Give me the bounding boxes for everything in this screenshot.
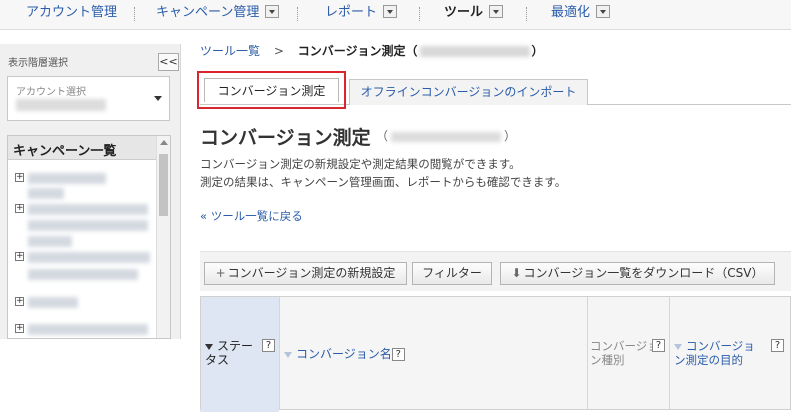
account-id-redacted [391, 131, 502, 142]
new-conversion-label: コンバージョン測定の新規設定 [227, 266, 396, 280]
collapse-sidebar-button[interactable]: << [158, 53, 179, 71]
column-type-line2: ン種別 [590, 353, 625, 367]
column-conversion-type[interactable]: コンバージョ ン種別 ? [588, 297, 670, 409]
column-status-title: ステー タス [205, 339, 253, 367]
plus-icon: + [215, 266, 226, 280]
sidebar: 表示階層選択 << アカウント選択 キャンペーン一覧 + + + + + [0, 44, 181, 339]
breadcrumb-current: コンバージョン測定（ [297, 44, 418, 58]
nav-report[interactable]: レポート [325, 0, 398, 30]
column-type-line1: コンバージョ [590, 339, 659, 353]
campaign-name-redacted [28, 252, 150, 263]
new-conversion-button[interactable]: + コンバージョン測定の新規設定 [204, 262, 407, 285]
account-name-redacted [16, 99, 106, 111]
column-status[interactable]: ステー タス ? [201, 297, 280, 409]
campaign-list: キャンペーン一覧 + + + + + [7, 135, 171, 339]
expand-icon[interactable]: + [15, 173, 24, 182]
nav-campaign-management[interactable]: キャンペーン管理 [156, 0, 280, 30]
nav-divider [526, 7, 527, 21]
download-csv-label: コンバージョン一覧をダウンロード（CSV） [523, 266, 764, 280]
help-icon[interactable]: ? [262, 339, 275, 352]
column-purpose-line2: ン測定の目的 [674, 353, 743, 367]
expand-icon[interactable]: + [15, 297, 24, 306]
campaign-list-header: キャンペーン一覧 [8, 136, 156, 160]
download-icon: ⬇ [511, 266, 522, 280]
campaign-list-scrollbar[interactable] [156, 136, 170, 338]
download-csv-button[interactable]: ⬇ コンバージョン一覧をダウンロード（CSV） [500, 262, 775, 285]
paren-open: （ [376, 129, 389, 143]
sort-desc-icon [205, 343, 213, 350]
scroll-thumb[interactable] [159, 154, 168, 216]
nav-campaign-label: キャンペーン管理 [156, 5, 260, 20]
filter-button[interactable]: フィルター [412, 262, 492, 285]
expand-icon[interactable]: + [15, 204, 24, 213]
chevron-down-icon [154, 96, 162, 101]
expand-icon[interactable]: + [15, 252, 24, 261]
help-icon[interactable]: ? [652, 339, 665, 352]
campaign-name-redacted [28, 204, 148, 215]
nav-divider [419, 7, 420, 21]
scroll-up-icon[interactable] [160, 140, 168, 145]
nav-tools[interactable]: ツール [444, 0, 504, 30]
nav-optimization-label: 最適化 [551, 5, 591, 20]
page-title: コンバージョン測定 [200, 127, 371, 149]
expand-icon[interactable]: + [15, 324, 24, 333]
column-name-title: コンバージョン名? [284, 345, 405, 362]
sort-icon [674, 343, 682, 350]
nav-optimization[interactable]: 最適化 [551, 0, 611, 30]
campaign-name-redacted [28, 188, 64, 199]
column-type-title: コンバージョ ン種別 [590, 339, 659, 367]
help-icon[interactable]: ? [771, 339, 784, 352]
chevron-down-icon[interactable] [383, 5, 398, 18]
campaign-name-redacted [28, 220, 148, 231]
action-toolbar: + コンバージョン測定の新規設定 フィルター ⬇ コンバージョン一覧をダウンロード（… [200, 251, 791, 291]
paren-close: ） [504, 129, 517, 143]
column-name-label: コンバージョン名 [296, 347, 392, 361]
nav-divider [297, 7, 298, 21]
column-conversion-name[interactable]: コンバージョン名? [280, 297, 588, 409]
chevron-down-icon[interactable] [489, 5, 504, 18]
column-conversion-purpose[interactable]: コンバージョ ン測定の目的 ? [670, 297, 791, 409]
help-icon[interactable]: ? [391, 348, 405, 361]
column-status-line2: タス [205, 353, 230, 367]
sort-icon [284, 351, 292, 358]
breadcrumb: ツール一覧 > コンバージョン測定（ ） [200, 42, 544, 59]
nav-report-label: レポート [325, 5, 378, 20]
nav-tools-label: ツール [444, 5, 484, 20]
nav-account-management[interactable]: アカウント管理 [26, 0, 117, 30]
campaign-name-redacted [28, 297, 78, 308]
page-title-account: （） [376, 127, 516, 144]
column-purpose-title: コンバージョ ン測定の目的 [674, 339, 755, 367]
breadcrumb-tools-link[interactable]: ツール一覧 [200, 44, 260, 58]
tab-highlight-frame: コンバージョン測定 [197, 71, 346, 109]
nav-divider [134, 7, 135, 21]
description-line-1: コンバージョン測定の新規設定や測定結果の閲覧ができます。 [200, 157, 521, 171]
chevron-down-icon[interactable] [596, 5, 611, 18]
description-line-2: 測定の結果は、キャンペーン管理画面、レポートからも確認できます。 [200, 175, 567, 189]
campaign-name-redacted [28, 324, 148, 335]
page-description: コンバージョン測定の新規設定や測定結果の閲覧ができます。 測定の結果は、キャンペ… [200, 155, 566, 191]
conversion-table-header: ステー タス ? コンバージョン名? コンバージョ ン種別 ? コンバージョ ン… [200, 296, 791, 410]
top-nav: アカウント管理 キャンペーン管理 レポート ツール 最適化 [0, 0, 791, 30]
column-status-line1: ステー [217, 339, 254, 353]
account-select-label: アカウント選択 [16, 87, 86, 98]
sidebar-title: 表示階層選択 [8, 58, 68, 69]
chevron-down-icon[interactable] [265, 5, 280, 18]
breadcrumb-separator: > [273, 44, 284, 58]
campaign-name-redacted [28, 236, 72, 247]
tab-offline-conversion-import[interactable]: オフラインコンバージョンのインポート [349, 79, 588, 105]
campaign-name-redacted [28, 173, 106, 184]
tab-conversion-measurement[interactable]: コンバージョン測定 [204, 78, 339, 102]
breadcrumb-redacted [419, 46, 530, 57]
breadcrumb-close: ） [531, 44, 544, 58]
campaign-name-redacted [28, 269, 138, 280]
column-purpose-line1: コンバージョ [686, 339, 755, 353]
back-to-tools-link[interactable]: « ツール一覧に戻る [200, 208, 303, 224]
account-select[interactable]: アカウント選択 [7, 76, 170, 121]
